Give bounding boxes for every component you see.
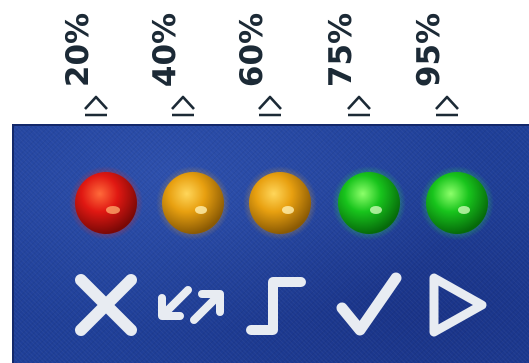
step-signal-icon — [246, 277, 306, 335]
threshold-60: 60% — [234, 0, 298, 124]
threshold-95: 95% — [411, 0, 475, 124]
cross-icon — [75, 274, 137, 336]
led-red — [69, 166, 143, 240]
bidirectional-arrows-icon — [158, 286, 224, 324]
greater-or-equal-icon — [347, 95, 371, 117]
threshold-20: 20% — [60, 0, 124, 124]
threshold-labels: 20% 40% 60% 75% 95% — [0, 0, 529, 124]
greater-or-equal-icon — [84, 95, 108, 117]
greater-or-equal-icon — [171, 95, 195, 117]
threshold-percent-label: 20% — [60, 12, 96, 88]
threshold-75: 75% — [323, 0, 387, 124]
checkmark-icon — [336, 272, 402, 336]
threshold-percent-label: 60% — [234, 12, 270, 88]
threshold-percent-label: 75% — [323, 12, 359, 88]
led-green — [420, 166, 494, 240]
play-triangle-icon — [429, 273, 487, 337]
greater-or-equal-icon — [435, 95, 459, 117]
threshold-percent-label: 95% — [411, 12, 447, 88]
led-amber — [243, 166, 317, 240]
threshold-percent-label: 40% — [147, 12, 183, 88]
threshold-40: 40% — [147, 0, 211, 124]
led-amber — [156, 166, 230, 240]
led-green — [332, 166, 406, 240]
indicator-panel — [12, 124, 529, 363]
greater-or-equal-icon — [258, 95, 282, 117]
